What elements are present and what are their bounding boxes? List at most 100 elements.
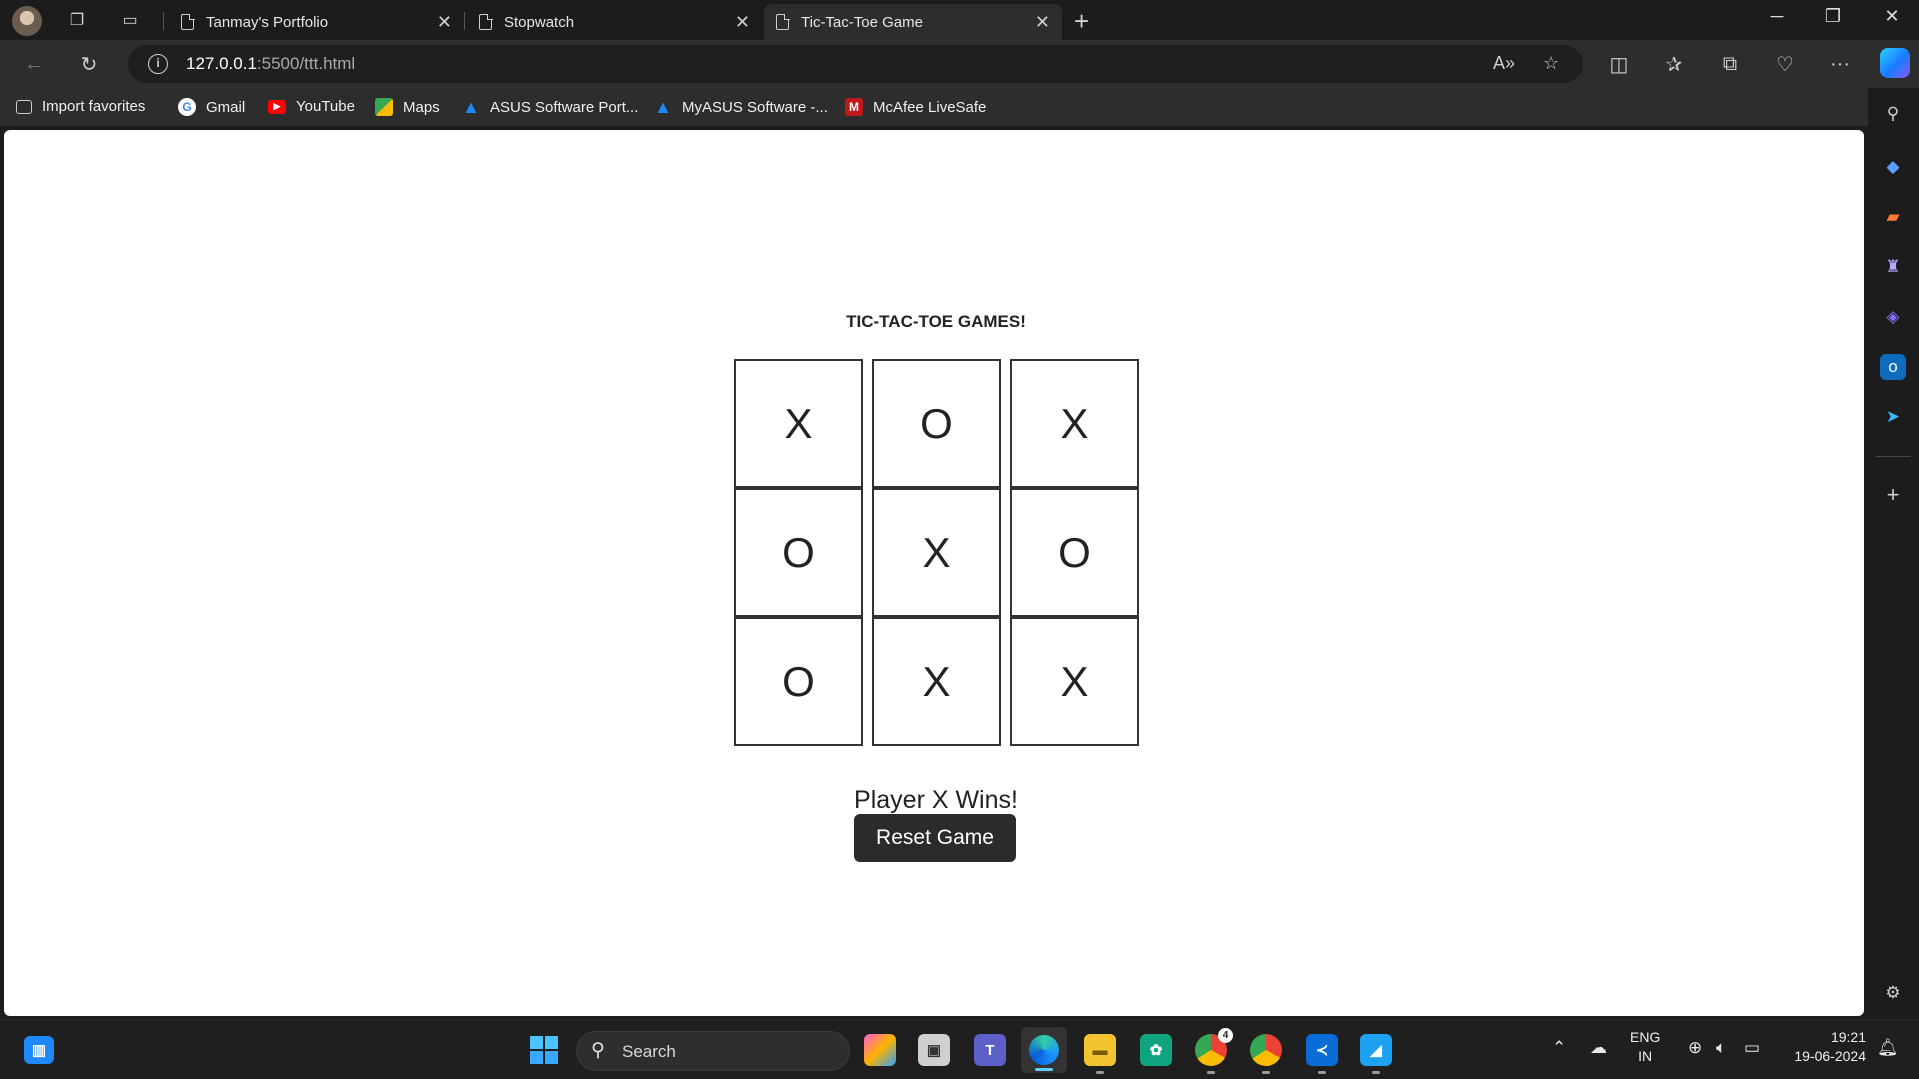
tab-title: Tanmay's Portfolio bbox=[206, 13, 329, 31]
vscode-icon[interactable]: ≺ bbox=[1306, 1034, 1338, 1074]
page-icon bbox=[776, 13, 790, 30]
copilot-preview-icon[interactable] bbox=[864, 1034, 896, 1066]
search-label: Search bbox=[622, 1042, 676, 1061]
copilot-sidebar-icon[interactable]: ◈ bbox=[1880, 304, 1906, 330]
browser-essentials-icon[interactable]: ♡ bbox=[1771, 50, 1799, 78]
split-screen-icon[interactable]: ◫ bbox=[1605, 50, 1633, 78]
restore-icon[interactable]: ❐ bbox=[1818, 6, 1848, 27]
favorite-maps[interactable]: Maps bbox=[375, 98, 440, 116]
maps-icon bbox=[375, 98, 393, 116]
edge-logo-icon bbox=[1029, 1035, 1059, 1065]
page-icon bbox=[479, 13, 493, 30]
battery-icon[interactable]: ▭ bbox=[1744, 1038, 1760, 1058]
url-path: :5500/ttt.html bbox=[256, 54, 356, 73]
shopping-tag-icon[interactable]: ◆ bbox=[1880, 154, 1906, 180]
game-status: Player X Wins! bbox=[854, 786, 1018, 814]
clock[interactable]: 19:21 19-06-2024 bbox=[1782, 1028, 1866, 1066]
url-text[interactable]: 127.0.0.1:5500/ttt.html bbox=[186, 54, 355, 74]
board-cell[interactable]: X bbox=[734, 359, 863, 488]
board-cell[interactable]: O bbox=[734, 488, 863, 617]
tab-separator bbox=[464, 12, 465, 30]
favorite-label: Maps bbox=[403, 98, 440, 116]
tools-icon[interactable]: ▰ bbox=[1880, 204, 1906, 230]
board-cell[interactable]: X bbox=[1010, 359, 1139, 488]
favorite-star-icon[interactable]: ☆ bbox=[1543, 53, 1559, 74]
more-menu-icon[interactable]: ··· bbox=[1826, 50, 1854, 78]
workspaces-icon[interactable]: ❐ bbox=[65, 8, 89, 32]
youtube-icon: ▶ bbox=[268, 99, 286, 114]
sidebar-divider bbox=[1876, 456, 1911, 457]
close-tab-icon[interactable]: ✕ bbox=[437, 12, 452, 33]
board-cell[interactable]: X bbox=[1010, 617, 1139, 746]
game-title: TIC-TAC-TOE GAMES! bbox=[846, 312, 1026, 331]
reset-game-button[interactable]: Reset Game bbox=[854, 814, 1016, 862]
windows-logo-icon bbox=[530, 1036, 558, 1064]
add-icon[interactable]: + bbox=[1880, 482, 1906, 508]
language-indicator[interactable]: ENG IN bbox=[1630, 1028, 1660, 1066]
refresh-icon[interactable]: ↻ bbox=[75, 50, 103, 78]
chrome-icon[interactable]: 4 bbox=[1195, 1028, 1233, 1074]
photos-icon[interactable]: ◢ bbox=[1360, 1034, 1392, 1074]
clock-date: 19-06-2024 bbox=[1794, 1048, 1866, 1064]
tab-title: Tic-Tac-Toe Game bbox=[801, 13, 923, 31]
favorites-bar: Import favorites G Gmail ▶ YouTube Maps … bbox=[0, 88, 1919, 126]
settings-gear-icon[interactable]: ⚙ bbox=[1880, 980, 1906, 1006]
asus-icon: ▲ bbox=[654, 96, 672, 117]
edge-sidebar: ⚲ ◆ ▰ ♜ ◈ o ➤ + ⚙ bbox=[1868, 88, 1919, 1016]
chatgpt-icon[interactable]: ✿ bbox=[1140, 1034, 1172, 1066]
close-tab-icon[interactable]: ✕ bbox=[735, 12, 750, 33]
close-tab-icon[interactable]: ✕ bbox=[1035, 12, 1050, 33]
favorite-youtube[interactable]: ▶ YouTube bbox=[268, 98, 355, 115]
page-icon bbox=[181, 13, 195, 30]
minimize-icon[interactable]: ─ bbox=[1762, 6, 1792, 27]
notification-bell-icon[interactable]: 🔔︎ bbox=[1877, 1038, 1899, 1058]
board-cell[interactable]: X bbox=[872, 617, 1001, 746]
widgets-icon[interactable]: ▥ bbox=[24, 1036, 54, 1064]
new-tab-icon[interactable]: + bbox=[1074, 6, 1089, 37]
address-bar[interactable]: i 127.0.0.1:5500/ttt.html A» ☆ bbox=[128, 45, 1583, 83]
collections-icon[interactable]: ⧉ bbox=[1716, 50, 1744, 78]
chrome-profile-icon[interactable] bbox=[1250, 1034, 1282, 1074]
volume-icon[interactable]: 🔈︎ bbox=[1716, 1038, 1726, 1058]
board-cell[interactable]: X bbox=[872, 488, 1001, 617]
game-board: X O X O X O O X X bbox=[734, 359, 1143, 748]
task-view-icon[interactable]: ▣ bbox=[918, 1034, 950, 1066]
tab-stopwatch[interactable]: Stopwatch ✕ bbox=[467, 4, 762, 40]
read-aloud-icon[interactable]: A» bbox=[1493, 53, 1515, 74]
profile-avatar[interactable] bbox=[12, 6, 42, 36]
site-info-icon[interactable]: i bbox=[148, 54, 168, 74]
board-cell[interactable]: O bbox=[1010, 488, 1139, 617]
taskbar-search[interactable]: ⚲ Search bbox=[576, 1031, 850, 1071]
show-hidden-icons-icon[interactable]: ⌃ bbox=[1552, 1038, 1566, 1058]
favorite-import[interactable]: Import favorites bbox=[16, 98, 145, 115]
network-icon[interactable]: ⊕ bbox=[1688, 1038, 1702, 1058]
tab-separator bbox=[163, 12, 164, 30]
games-icon[interactable]: ♜ bbox=[1880, 254, 1906, 280]
send-icon[interactable]: ➤ bbox=[1880, 404, 1906, 430]
copilot-icon[interactable] bbox=[1880, 48, 1910, 78]
tab-portfolio[interactable]: Tanmay's Portfolio ✕ bbox=[169, 4, 464, 40]
favorite-myasus[interactable]: ▲ MyASUS Software -... bbox=[654, 96, 828, 117]
edge-taskbar-icon[interactable] bbox=[1021, 1027, 1067, 1073]
board-cell[interactable]: O bbox=[872, 359, 1001, 488]
teams-icon[interactable]: T bbox=[974, 1034, 1006, 1066]
outlook-icon[interactable]: o bbox=[1880, 354, 1906, 380]
tab-tictactoe[interactable]: Tic-Tac-Toe Game ✕ bbox=[764, 4, 1062, 40]
back-icon[interactable]: ← bbox=[20, 50, 48, 78]
mcafee-icon: M bbox=[845, 98, 863, 116]
page-viewport: TIC-TAC-TOE GAMES! X O X O X O O X X Pla… bbox=[4, 130, 1864, 1016]
file-explorer-icon[interactable]: ▬ bbox=[1084, 1034, 1116, 1074]
favorite-mcafee[interactable]: M McAfee LiveSafe bbox=[845, 98, 986, 116]
windows-taskbar: ▥ ⚲ Search ▣ T ▬ ✿ 4 ≺ ◢ ⌃ ☁ ENG IN ⊕ 🔈︎… bbox=[0, 1019, 1919, 1079]
windows-start-icon[interactable] bbox=[528, 1034, 560, 1066]
search-icon[interactable]: ⚲ bbox=[1880, 101, 1906, 127]
url-host: 127.0.0.1 bbox=[186, 54, 257, 73]
favorite-asus-portal[interactable]: ▲ ASUS Software Port... bbox=[462, 97, 638, 117]
favorites-icon[interactable]: ✰ bbox=[1660, 50, 1688, 78]
favorite-gmail[interactable]: G Gmail bbox=[178, 98, 245, 116]
close-window-icon[interactable]: ✕ bbox=[1877, 6, 1907, 27]
vertical-tabs-icon[interactable]: ▭ bbox=[118, 8, 142, 32]
search-icon: ⚲ bbox=[591, 1040, 605, 1061]
onedrive-icon[interactable]: ☁ bbox=[1590, 1038, 1607, 1058]
board-cell[interactable]: O bbox=[734, 617, 863, 746]
